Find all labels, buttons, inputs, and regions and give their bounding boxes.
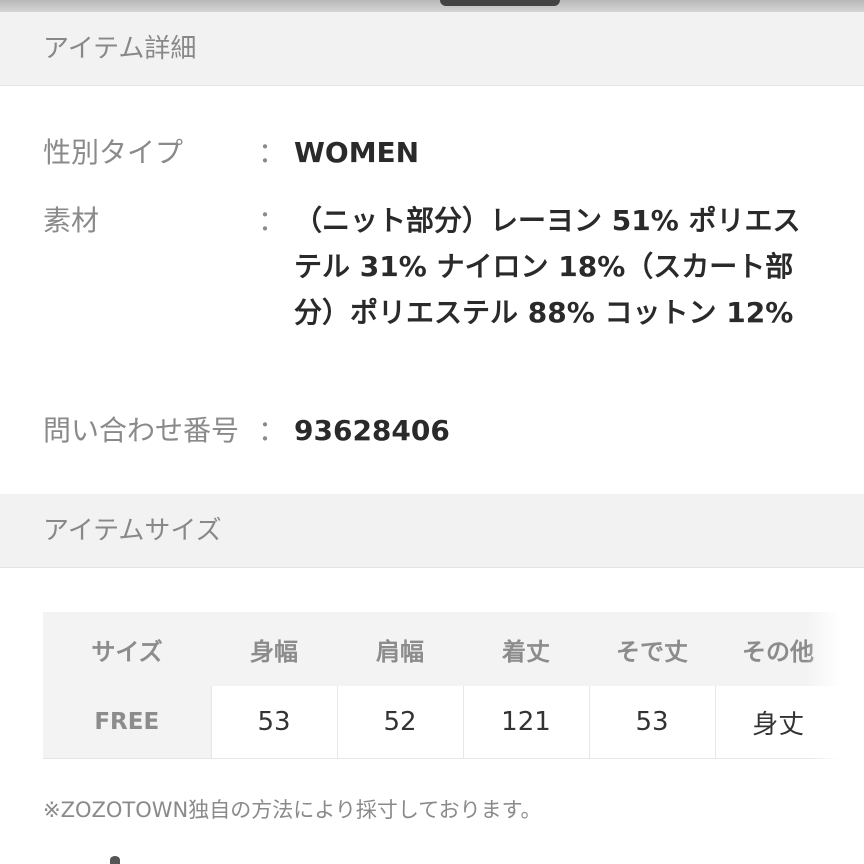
- table-cell: 121: [462, 686, 589, 759]
- detail-row-gender: 性別タイプ ： WOMEN: [0, 130, 864, 176]
- gender-value: WOMEN: [294, 136, 420, 169]
- colon: ：: [258, 136, 287, 169]
- column-header-body-width: 身幅: [211, 612, 337, 686]
- table-row: FREE 53 52 121 53 身丈: [43, 686, 841, 759]
- column-header-length: 着丈: [463, 612, 589, 686]
- top-image-edge: [0, 0, 864, 12]
- size-table: サイズ 身幅 肩幅 着丈 そで丈 その他 FREE 53 52 121 53 身…: [43, 612, 841, 759]
- material-label: 素材: [43, 204, 100, 237]
- column-header-sleeve-length: そで丈: [589, 612, 715, 686]
- table-scroll-fade: [806, 612, 864, 760]
- size-table-header-row: サイズ 身幅 肩幅 着丈 そで丈 その他: [43, 612, 841, 686]
- column-header-size: サイズ: [43, 612, 211, 686]
- gender-label: 性別タイプ: [43, 136, 184, 169]
- colon: ：: [258, 414, 287, 447]
- measurement-note: ※ZOZOTOWN独自の方法により採寸しております。: [43, 798, 542, 822]
- item-detail-header: アイテム詳細: [0, 12, 864, 86]
- inquiry-number-label: 問い合わせ番号: [43, 414, 240, 447]
- detail-row-material: 素材 ： （ニット部分）レーヨン 51% ポリエステル 31% ナイロン 18%…: [0, 198, 864, 382]
- table-cell: 53: [588, 686, 715, 759]
- item-size-header: アイテムサイズ: [0, 494, 864, 568]
- image-fragment: [440, 0, 560, 6]
- column-header-shoulder-width: 肩幅: [337, 612, 463, 686]
- material-value: （ニット部分）レーヨン 51% ポリエステル 31% ナイロン 18%（スカート…: [294, 204, 801, 329]
- colon: ：: [258, 204, 287, 237]
- table-cell: 52: [336, 686, 463, 759]
- size-cell: FREE: [43, 686, 211, 759]
- detail-row-inquiry-number: 問い合わせ番号 ： 93628406: [0, 408, 864, 454]
- table-cell: 53: [210, 686, 337, 759]
- cut-off-content: [110, 856, 120, 864]
- inquiry-number-value: 93628406: [294, 414, 450, 447]
